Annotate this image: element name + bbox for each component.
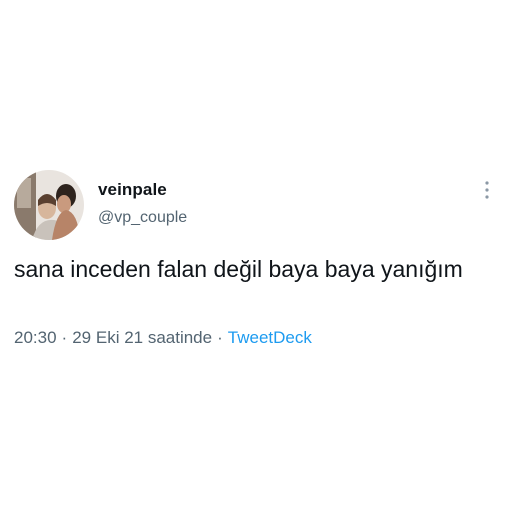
tweet-time[interactable]: 20:30 [14, 328, 57, 347]
tweet-metadata: 20:30 · 29 Eki 21 saatinde · TweetDeck [14, 328, 312, 348]
avatar-photo-icon [14, 170, 84, 240]
more-options-icon[interactable] [481, 180, 493, 200]
author-display-name[interactable]: veinpale [98, 180, 167, 200]
author-handle[interactable]: @vp_couple [98, 209, 187, 227]
avatar[interactable] [14, 170, 84, 240]
meta-separator: · [61, 328, 68, 347]
tweet-card: veinpale @vp_couple sana inceden falan d… [0, 0, 512, 512]
tweet-source-link[interactable]: TweetDeck [228, 328, 312, 347]
meta-separator: · [217, 328, 223, 347]
tweet-text: sana inceden falan değil baya baya yanığ… [14, 256, 463, 282]
tweet-date[interactable]: 29 Eki 21 saatinde [72, 328, 212, 347]
